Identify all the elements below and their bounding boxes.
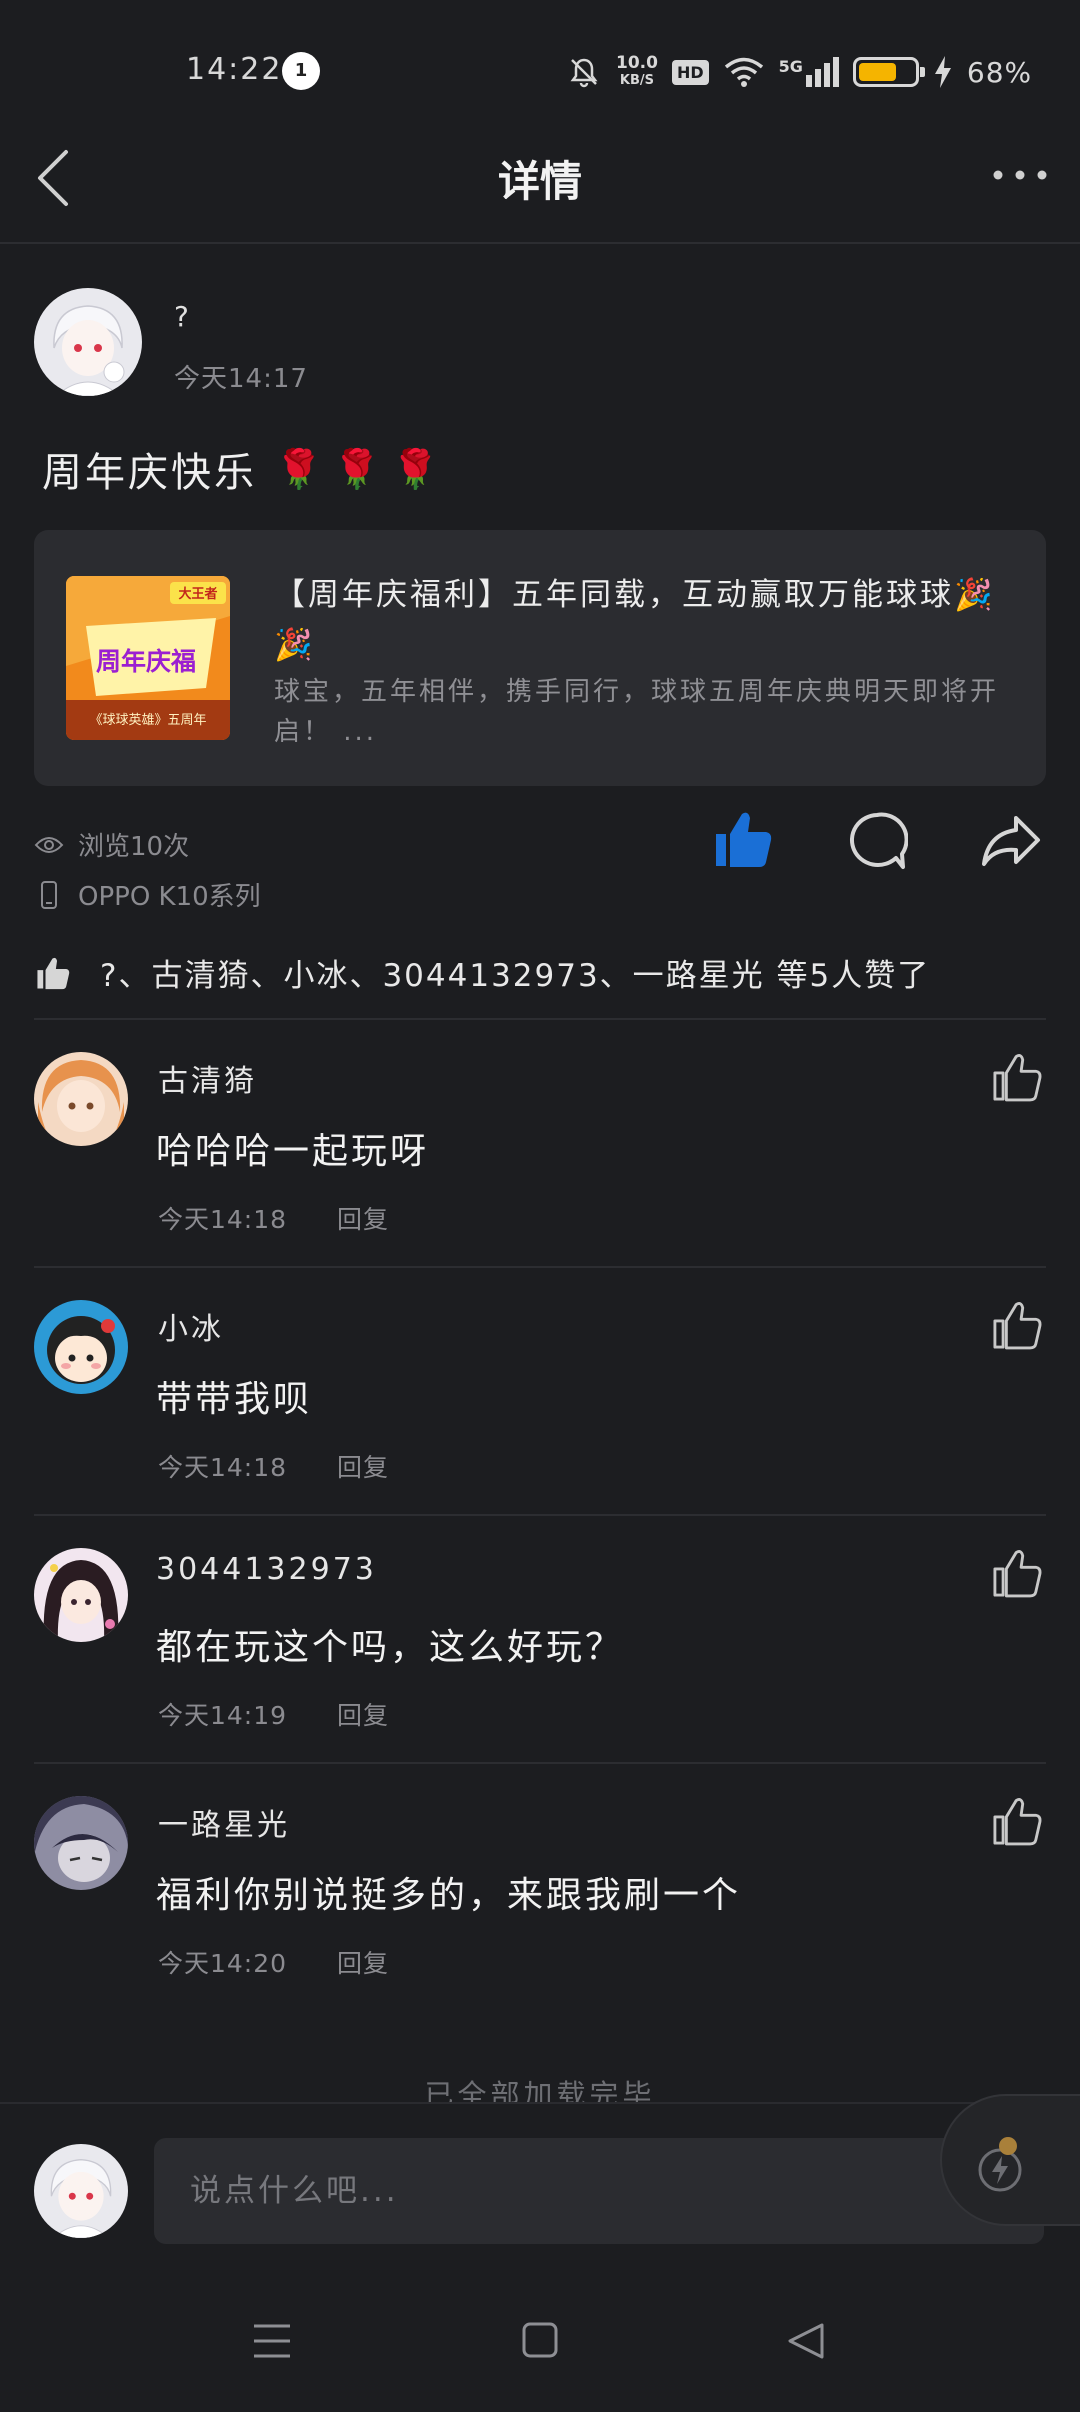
divider	[34, 1514, 1046, 1516]
link-card-title: 【周年庆福利】五年同载，互动赢取万能球球🎉🎉	[274, 577, 996, 663]
link-card[interactable]: 大王者 周年庆福 《球球英雄》五周年 【周年庆福利】五年同载，互动赢取万能球球🎉…	[34, 530, 1046, 786]
author-name[interactable]: ?	[174, 300, 189, 333]
comment-meta: 今天14:20 回复	[158, 1944, 389, 1980]
cell-signal-icon: 5G	[779, 57, 839, 87]
commenter-avatar[interactable]	[34, 1796, 128, 1890]
rose-emoji: 🌹	[391, 446, 442, 491]
battery-icon	[852, 57, 925, 87]
share-arrow-icon	[982, 816, 1040, 866]
post-content: 周年庆快乐 🌹 🌹 🌹	[42, 446, 442, 497]
battery-level	[858, 63, 896, 81]
comment-text: 带带我呗	[156, 1379, 313, 1420]
eye-icon	[34, 836, 64, 853]
reply-button[interactable]: 回复	[337, 1200, 389, 1236]
comment-like-button[interactable]	[990, 1050, 1044, 1104]
comment-text: 福利你别说挺多的，来跟我刷一个	[156, 1875, 742, 1916]
status-icons: 10.0 KB/S HD 5G 68%	[566, 44, 1032, 100]
nav-home-icon[interactable]	[522, 2322, 558, 2358]
svg-text:大王者: 大王者	[178, 586, 217, 602]
rose-emoji: 🌹	[275, 446, 326, 491]
divider	[34, 1018, 1046, 1020]
view-count: 浏览10次	[34, 826, 189, 863]
comment-input[interactable]	[154, 2138, 1044, 2244]
commenter-avatar[interactable]	[34, 1548, 128, 1642]
nav-menu-icon[interactable]	[252, 2322, 292, 2360]
share-button[interactable]	[980, 812, 1042, 870]
charging-bolt-icon	[934, 56, 951, 88]
reply-button[interactable]: 回复	[337, 1696, 389, 1732]
divider	[34, 1762, 1046, 1764]
device-info: OPPO K10系列	[34, 876, 261, 913]
svg-text:周年庆福: 周年庆福	[96, 647, 196, 676]
battery-percent: 68%	[966, 55, 1033, 89]
svg-text:《球球英雄》五周年: 《球球英雄》五周年	[89, 713, 206, 728]
comment-like-button[interactable]	[990, 1794, 1044, 1848]
mute-bell-icon	[570, 58, 598, 88]
comment-text: 都在玩这个吗，这么好玩？	[156, 1627, 625, 1668]
link-card-thumbnail: 大王者 周年庆福 《球球英雄》五周年	[66, 576, 230, 740]
net-speed: 10.0 KB/S	[616, 53, 658, 88]
reply-button[interactable]: 回复	[337, 1448, 389, 1484]
comment-like-button[interactable]	[990, 1546, 1044, 1600]
thumbs-up-icon	[37, 957, 70, 989]
like-button[interactable]	[710, 806, 776, 872]
comment-button[interactable]	[846, 810, 908, 872]
comment-time: 今天14:18	[158, 1453, 288, 1482]
page-title: 详情	[497, 157, 582, 206]
author-avatar[interactable]	[34, 288, 142, 396]
thumbs-up-icon	[993, 1054, 1042, 1102]
thumbs-up-icon	[993, 1798, 1042, 1846]
commenter-name[interactable]: 小冰	[158, 1304, 224, 1348]
my-avatar	[34, 2144, 128, 2238]
commenter-avatar[interactable]	[34, 1300, 128, 1394]
divider	[34, 1266, 1046, 1268]
thumbs-up-icon	[993, 1550, 1042, 1598]
rose-emoji: 🌹	[333, 446, 384, 491]
comment-like-button[interactable]	[990, 1298, 1044, 1352]
comment-time: 今天14:19	[158, 1701, 288, 1730]
link-card-description: 球宝，五年相伴，携手同行，球球五周年庆典明天即将开启！ ...	[274, 677, 1000, 747]
commenter-avatar[interactable]	[34, 1052, 128, 1146]
comment-meta: 今天14:18 回复	[158, 1448, 389, 1484]
comment-time: 今天14:20	[158, 1949, 288, 1978]
thumbs-up-icon	[993, 1302, 1042, 1350]
notification-badge: 1	[282, 52, 320, 90]
assistant-bolt-icon	[978, 2137, 1022, 2192]
comment-text: 哈哈哈一起玩呀	[156, 1131, 430, 1172]
wifi-icon	[724, 57, 763, 87]
hd-badge: HD	[671, 59, 709, 85]
commenter-name[interactable]: 一路星光	[158, 1800, 290, 1844]
comment-meta: 今天14:19 回复	[158, 1696, 389, 1732]
nav-back-icon[interactable]	[786, 2322, 826, 2360]
likers-row[interactable]: ?、古清猗、小冰、3044132973、一路星光 等5人赞了	[34, 950, 1054, 995]
comment-time: 今天14:18	[158, 1205, 288, 1234]
header-divider	[0, 242, 1080, 244]
phone-icon	[41, 880, 57, 909]
reply-button[interactable]: 回复	[337, 1944, 389, 1980]
more-icon[interactable]	[990, 160, 1050, 190]
likers-text: ?、古清猗、小冰、3044132973、一路星光 等5人赞了	[100, 958, 931, 994]
post-time: 今天14:17	[174, 364, 308, 394]
thumbs-up-icon	[716, 812, 772, 867]
comment-bubble-icon	[850, 812, 908, 869]
status-time: 14:22	[186, 52, 283, 87]
floating-assistant-button[interactable]	[940, 2094, 1080, 2226]
commenter-name[interactable]: 古清猗	[158, 1056, 257, 1100]
commenter-name[interactable]: 3044132973	[156, 1552, 377, 1587]
comment-meta: 今天14:18 回复	[158, 1200, 389, 1236]
